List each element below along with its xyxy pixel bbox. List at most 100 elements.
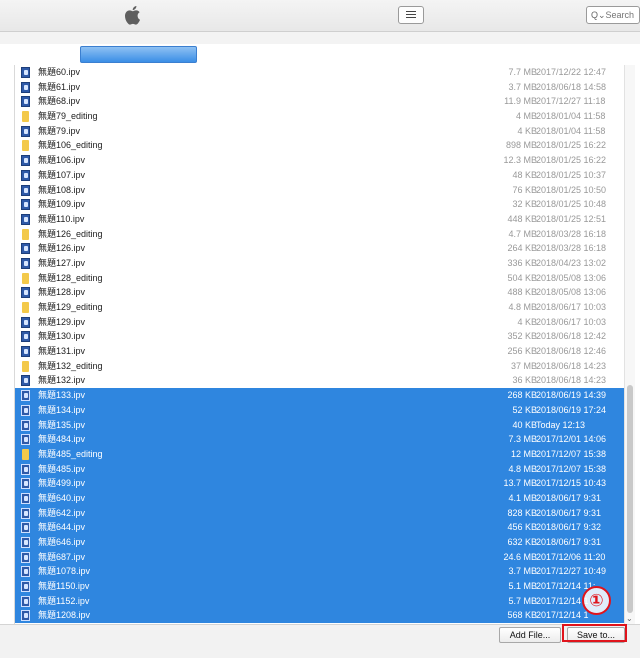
file-size: 456 KB [507, 522, 537, 533]
file-row[interactable]: 無題68.ipv 11.9 MB 2017/12/27 11:18 [15, 94, 625, 110]
scroll-down-arrow-icon[interactable]: ⌄ [626, 614, 633, 623]
search-box[interactable]: Q⌄ [586, 6, 640, 24]
file-row[interactable]: 無題129.ipv 4 KB 2018/06/17 10:03 [15, 314, 625, 330]
file-size: 4.7 MB [508, 228, 537, 239]
file-size: 504 KB [507, 272, 537, 283]
file-row[interactable]: 無題642.ipv 828 KB 2018/06/17 9:31 [15, 505, 625, 521]
file-row[interactable]: 無題126.ipv 264 KB 2018/03/28 16:18 [15, 241, 625, 256]
file-name: 無題60.ipv [38, 67, 81, 77]
file-name: 無題484.ipv [38, 434, 86, 445]
file-name: 無題485_editing [38, 448, 103, 459]
file-row[interactable]: 無題107.ipv 48 KB 2018/01/25 10:37 [15, 167, 625, 183]
file-row[interactable]: 無題134.ipv 52 KB 2018/06/19 17:24 [15, 402, 625, 418]
file-row[interactable]: 無題61.ipv 3.7 MB 2018/06/18 14:58 [15, 79, 625, 95]
file-row[interactable]: 無題128.ipv 488 KB 2018/05/08 13:06 [15, 285, 625, 300]
file-row[interactable]: 無題687.ipv 24.6 MB 2017/12/06 11:20 [15, 549, 625, 565]
scroll-thumb[interactable] [627, 385, 633, 613]
file-row[interactable]: 無題109.ipv 32 KB 2018/01/25 10:48 [15, 197, 625, 212]
file-size: 11.9 MB [504, 96, 537, 107]
file-row[interactable]: 無題79.ipv 4 KB 2018/01/04 11:58 [15, 123, 625, 139]
file-row[interactable]: 無題499.ipv 13.7 MB 2017/12/15 10:43 [15, 476, 625, 491]
file-list: 無題60.ipv 7.7 MB 2017/12/22 12:47 無題61.ipv 3.… [14, 65, 625, 624]
file-name: 無題131.ipv [38, 346, 86, 357]
file-row[interactable]: 無題485_editing 12 MB 2017/12/07 15:38 [15, 446, 625, 462]
folder-icon [22, 272, 29, 284]
ipv-file-icon [21, 566, 30, 578]
ipv-file-icon [21, 67, 30, 78]
ipv-file-icon [21, 96, 30, 108]
apple-logo-icon [125, 6, 140, 25]
file-size: 5.7 MB [508, 595, 537, 606]
file-name: 無題134.ipv [38, 404, 86, 415]
file-size: 76 KB [512, 184, 537, 195]
file-date: 2018/06/19 17:24 [536, 404, 607, 415]
file-size: 632 KB [507, 537, 537, 547]
file-row[interactable]: 無題106.ipv 12.3 MB 2018/01/25 16:22 [15, 153, 625, 168]
file-date: 2018/01/25 16:22 [536, 155, 607, 166]
file-date: 2018/03/28 16:18 [536, 243, 607, 254]
file-date: 2018/04/23 13:02 [536, 257, 607, 268]
file-size: 4.1 MB [508, 492, 537, 503]
file-row[interactable]: 無題133.ipv 268 KB 2018/06/19 14:39 [15, 388, 625, 403]
file-row[interactable]: 無題646.ipv 632 KB 2018/06/17 9:31 [15, 535, 625, 550]
file-name: 無題135.ipv [38, 419, 86, 430]
file-row[interactable]: 無題126_editing 4.7 MB 2018/03/28 16:18 [15, 226, 625, 242]
file-date: 2018/06/18 14:23 [536, 360, 607, 371]
file-name: 無題1208.ipv [38, 610, 91, 621]
file-list-scrollbar[interactable]: ⌄ [624, 65, 635, 624]
add-file-button[interactable]: Add File... [499, 627, 561, 643]
file-name: 無題499.ipv [38, 478, 86, 489]
file-size: 4 KB [517, 125, 537, 136]
file-row[interactable]: 無題131.ipv 256 KB 2018/06/18 12:46 [15, 344, 625, 359]
file-row[interactable]: 無題130.ipv 352 KB 2018/06/18 12:42 [15, 329, 625, 345]
file-row[interactable]: 無題640.ipv 4.1 MB 2018/06/17 9:31 [15, 490, 625, 506]
file-size: 448 KB [507, 213, 537, 224]
file-name: 無題108.ipv [38, 184, 86, 195]
import-progress-bar [80, 46, 197, 63]
file-date: 2018/01/25 16:22 [536, 140, 607, 151]
file-row[interactable]: 無題1152.ipv 5.7 MB 2017/12/14 1 [15, 593, 625, 609]
file-date: 2017/12/27 10:49 [536, 566, 607, 577]
file-row[interactable]: 無題127.ipv 336 KB 2018/04/23 13:02 [15, 255, 625, 271]
list-view-button[interactable] [398, 6, 424, 24]
file-row[interactable]: 無題485.ipv 4.8 MB 2017/12/07 15:38 [15, 461, 625, 477]
file-row[interactable]: 無題129_editing 4.8 MB 2018/06/17 10:03 [15, 300, 625, 315]
file-size: 336 KB [507, 257, 537, 268]
file-row[interactable]: 無題110.ipv 448 KB 2018/01/25 12:51 [15, 211, 625, 227]
file-row[interactable]: 無題644.ipv 456 KB 2018/06/17 9:32 [15, 520, 625, 535]
file-name: 無題1150.ipv [38, 581, 90, 592]
file-name: 無題1152.ipv [38, 595, 90, 606]
ipv-file-icon [21, 463, 30, 475]
search-input[interactable] [605, 10, 636, 20]
file-row[interactable]: 無題132_editing 37 MB 2018/06/18 14:23 [15, 358, 625, 374]
file-row[interactable]: 無題108.ipv 76 KB 2018/01/25 10:50 [15, 182, 625, 198]
file-size: 37 MB [510, 360, 537, 371]
file-name: 無題128_editing [38, 272, 103, 283]
ipv-file-icon [21, 316, 30, 328]
file-date: 2018/01/25 10:37 [536, 169, 607, 180]
step-callout-1: ① [582, 586, 611, 615]
file-name: 無題485.ipv [38, 463, 86, 474]
file-row[interactable]: 無題1208.ipv 568 KB 2017/12/14 1 [15, 608, 625, 624]
file-name: 無題130.ipv [38, 331, 86, 342]
file-row[interactable]: 無題128_editing 504 KB 2018/05/08 13:06 [15, 270, 625, 286]
file-size: 268 KB [507, 390, 537, 401]
file-row[interactable]: 無題484.ipv 7.3 MB 2017/12/01 14:06 [15, 432, 625, 447]
file-date: 2018/06/17 9:31 [536, 492, 602, 503]
file-row[interactable]: 無題106_editing 898 MB 2018/01/25 16:22 [15, 138, 625, 154]
file-row[interactable]: 無題1150.ipv 5.1 MB 2017/12/14 11: [15, 579, 625, 594]
file-size: 36 KB [512, 375, 537, 386]
file-name: 無題646.ipv [38, 537, 86, 547]
file-row[interactable]: 無題60.ipv 7.7 MB 2017/12/22 12:47 [15, 65, 625, 80]
file-name: 無題640.ipv [38, 492, 86, 503]
ipv-file-icon [21, 184, 30, 196]
file-row[interactable]: 無題1078.ipv 3.7 MB 2017/12/27 10:49 [15, 564, 625, 580]
ipv-file-icon [21, 404, 30, 416]
ipv-file-icon [21, 551, 30, 563]
file-name: 無題106_editing [38, 140, 103, 151]
file-row[interactable]: 無題79_editing 4 MB 2018/01/04 11:58 [15, 109, 625, 124]
file-row[interactable]: 無題135.ipv 40 KB Today 12:13 [15, 417, 625, 433]
file-name: 無題129_editing [38, 302, 103, 312]
sub-toolbar [0, 32, 640, 44]
file-row[interactable]: 無題132.ipv 36 KB 2018/06/18 14:23 [15, 373, 625, 389]
